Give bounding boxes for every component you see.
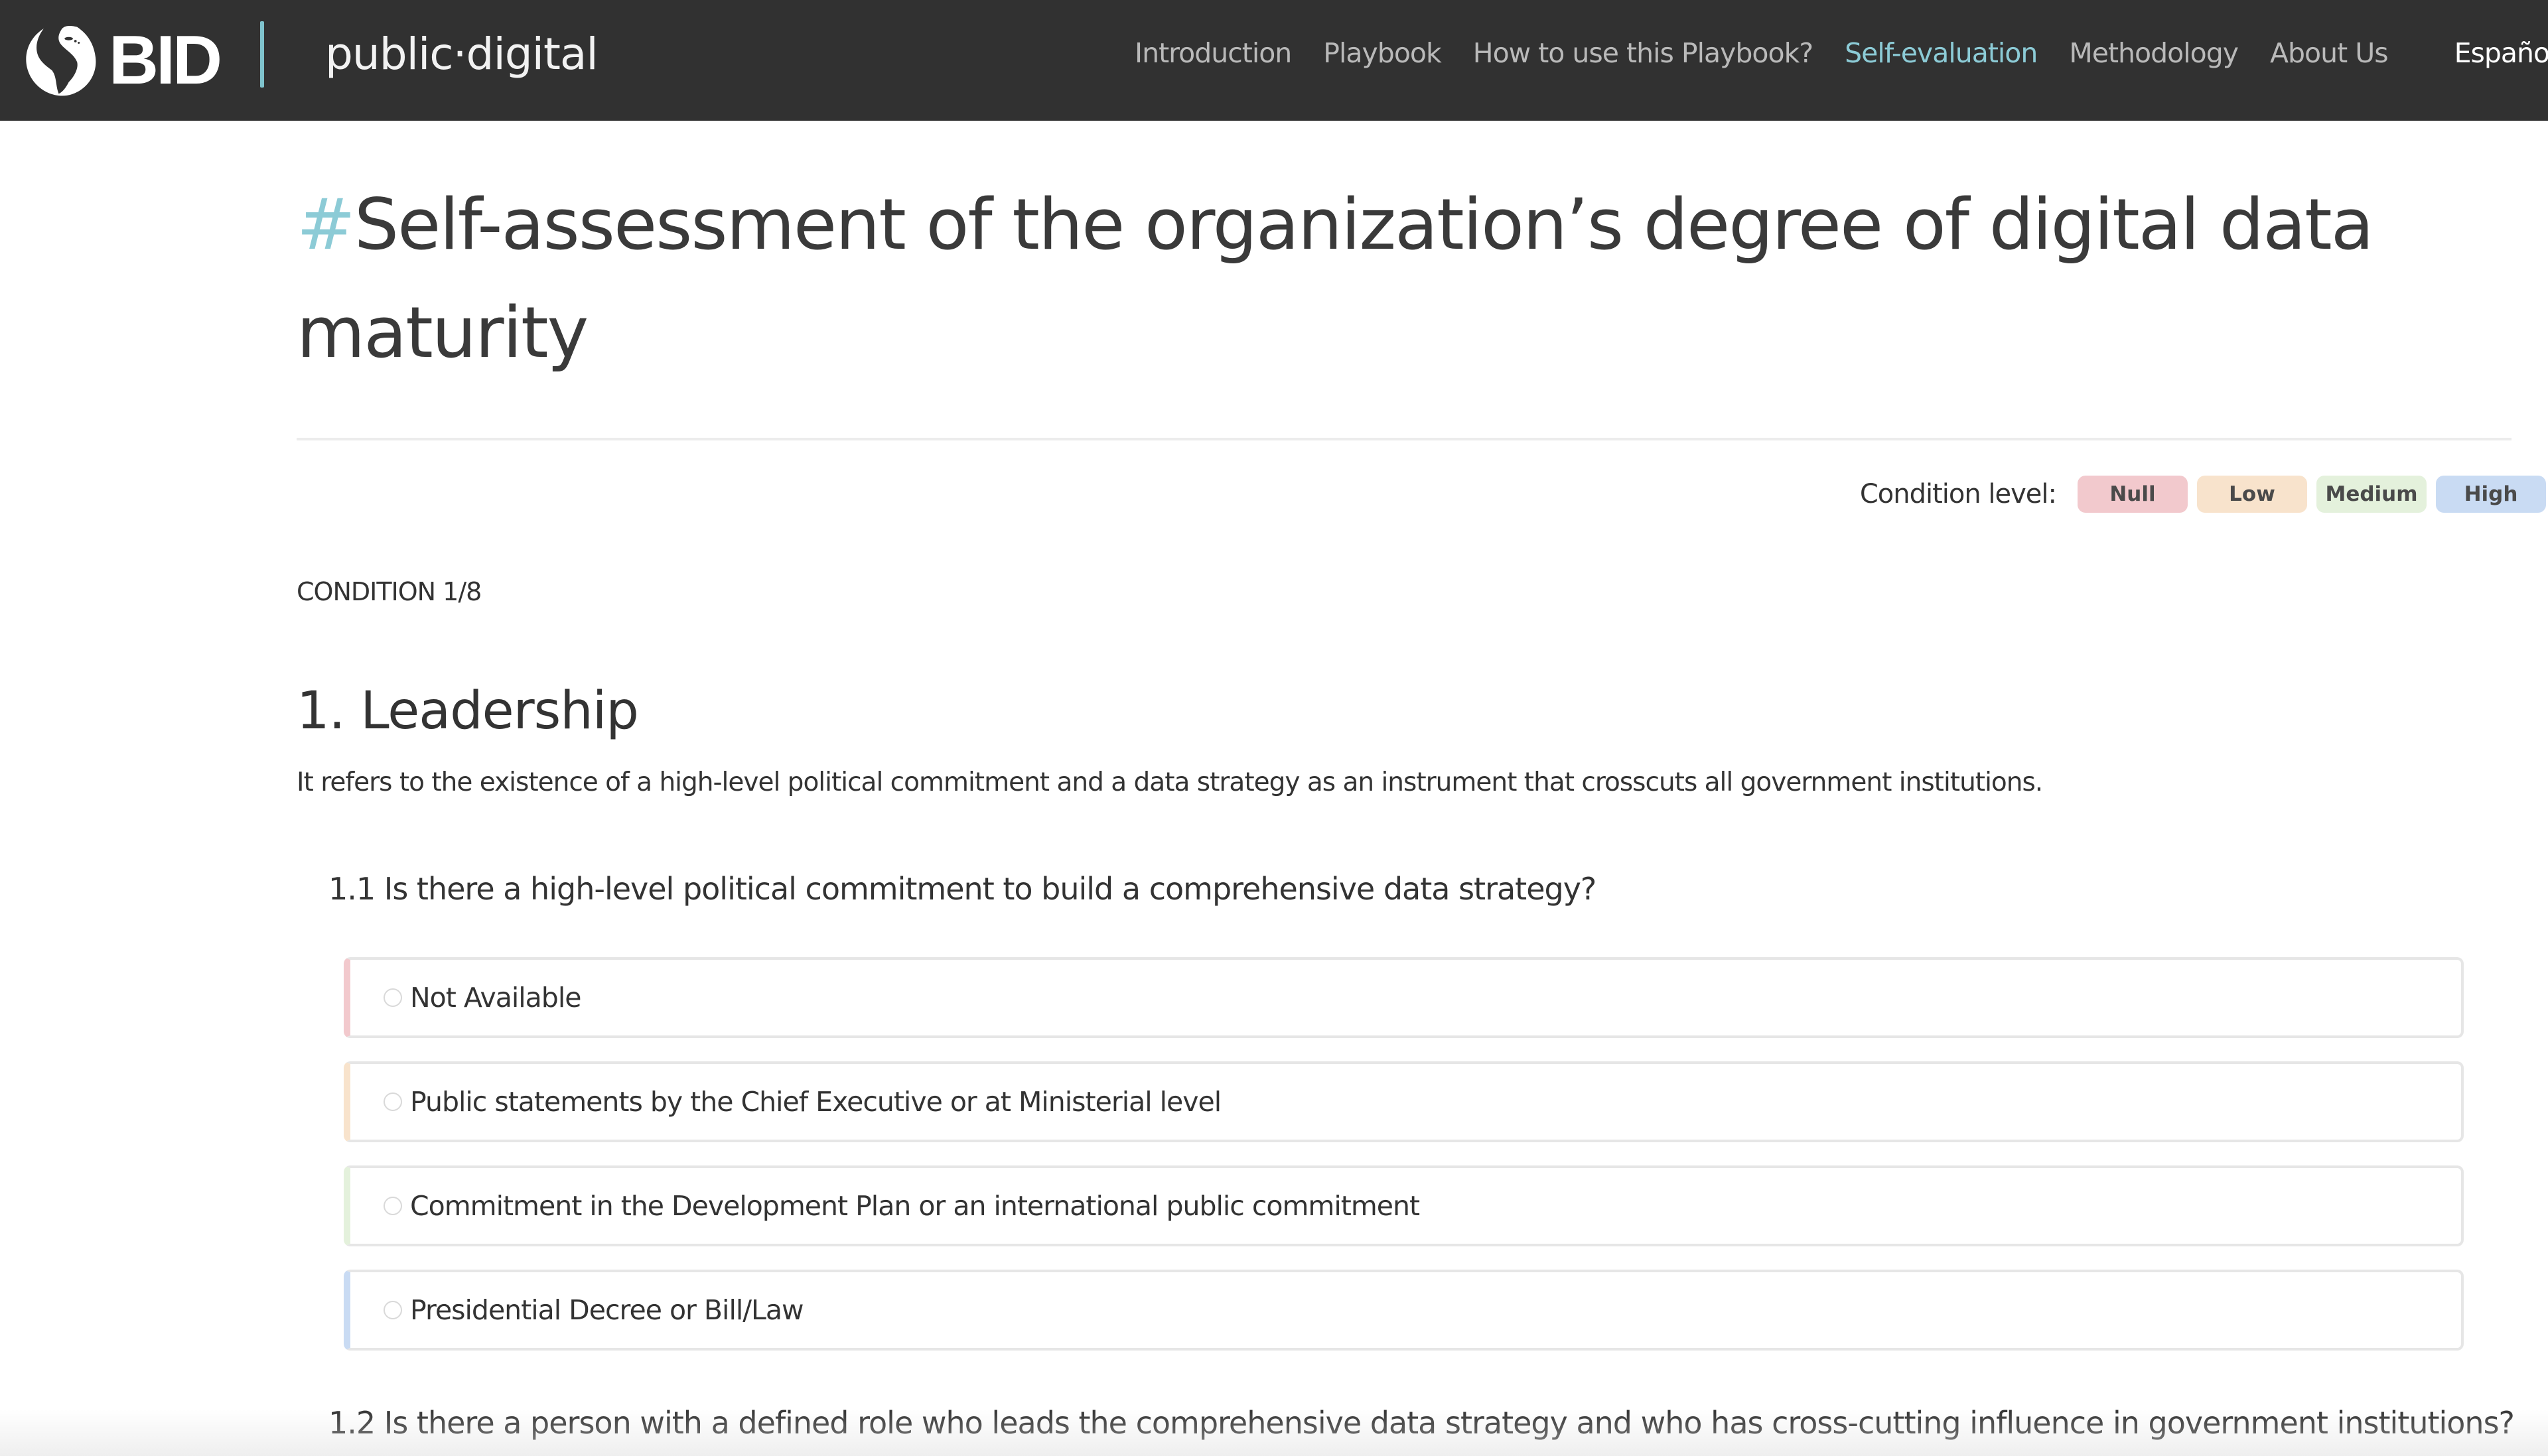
logo-text: BID (109, 22, 222, 99)
option-label: Commitment in the Development Plan or an… (410, 1190, 1420, 1222)
option-label: Not Available (410, 982, 581, 1014)
page-title-text: Self-assessment of the organization’s de… (297, 184, 2374, 373)
question-1-1-options: Not Available Public statements by the C… (344, 957, 2464, 1374)
nav-self-evaluation[interactable]: Self-evaluation (1845, 34, 2038, 72)
nav-introduction[interactable]: Introduction (1135, 34, 1292, 72)
globe-americas-icon (26, 25, 96, 96)
page-title: #Self-assessment of the organization’s d… (297, 170, 2506, 387)
bid-logo[interactable]: BID (19, 17, 222, 103)
option-label: Presidential Decree or Bill/Law (410, 1294, 804, 1326)
nav-methodology[interactable]: Methodology (2069, 34, 2239, 72)
title-divider (297, 438, 2512, 440)
condition-title: 1. Leadership (297, 681, 639, 741)
option-not-available[interactable]: Not Available (344, 957, 2464, 1038)
radio-button[interactable] (384, 1092, 402, 1111)
legend-badge-null: Null (2078, 476, 2188, 513)
nav-about-us[interactable]: About Us (2270, 34, 2389, 72)
language-switch[interactable]: Español (2454, 34, 2548, 72)
nav-playbook[interactable]: Playbook (1323, 34, 1441, 72)
top-navigation-bar: BID public·digital Introduction Playbook… (0, 0, 2548, 121)
legend-badge-high: High (2436, 476, 2546, 513)
option-label: Public statements by the Chief Executive… (410, 1086, 1222, 1118)
legend-label: Condition level: (1859, 479, 2057, 509)
brand-name[interactable]: public·digital (325, 27, 599, 82)
legend-badge-low: Low (2197, 476, 2307, 513)
option-presidential-decree[interactable]: Presidential Decree or Bill/Law (344, 1270, 2464, 1351)
option-public-statements[interactable]: Public statements by the Chief Executive… (344, 1061, 2464, 1142)
radio-button[interactable] (384, 988, 402, 1007)
legend-badge-medium: Medium (2316, 476, 2427, 513)
condition-counter: CONDITION 1/8 (297, 577, 482, 606)
radio-button[interactable] (384, 1197, 402, 1215)
question-1-2: 1.2 Is there a person with a defined rol… (328, 1405, 2515, 1441)
title-anchor-hash[interactable]: # (297, 184, 356, 265)
question-1-1: 1.1 Is there a high-level political comm… (328, 871, 1596, 907)
nav-how-to-use[interactable]: How to use this Playbook? (1473, 34, 1813, 72)
logo-divider (260, 21, 264, 88)
option-development-plan[interactable]: Commitment in the Development Plan or an… (344, 1165, 2464, 1246)
condition-description: It refers to the existence of a high-lev… (297, 767, 2043, 797)
main-nav: Introduction Playbook How to use this Pl… (1135, 34, 2548, 72)
condition-level-legend: Condition level: Null Low Medium High (1860, 476, 2546, 513)
radio-button[interactable] (384, 1301, 402, 1319)
